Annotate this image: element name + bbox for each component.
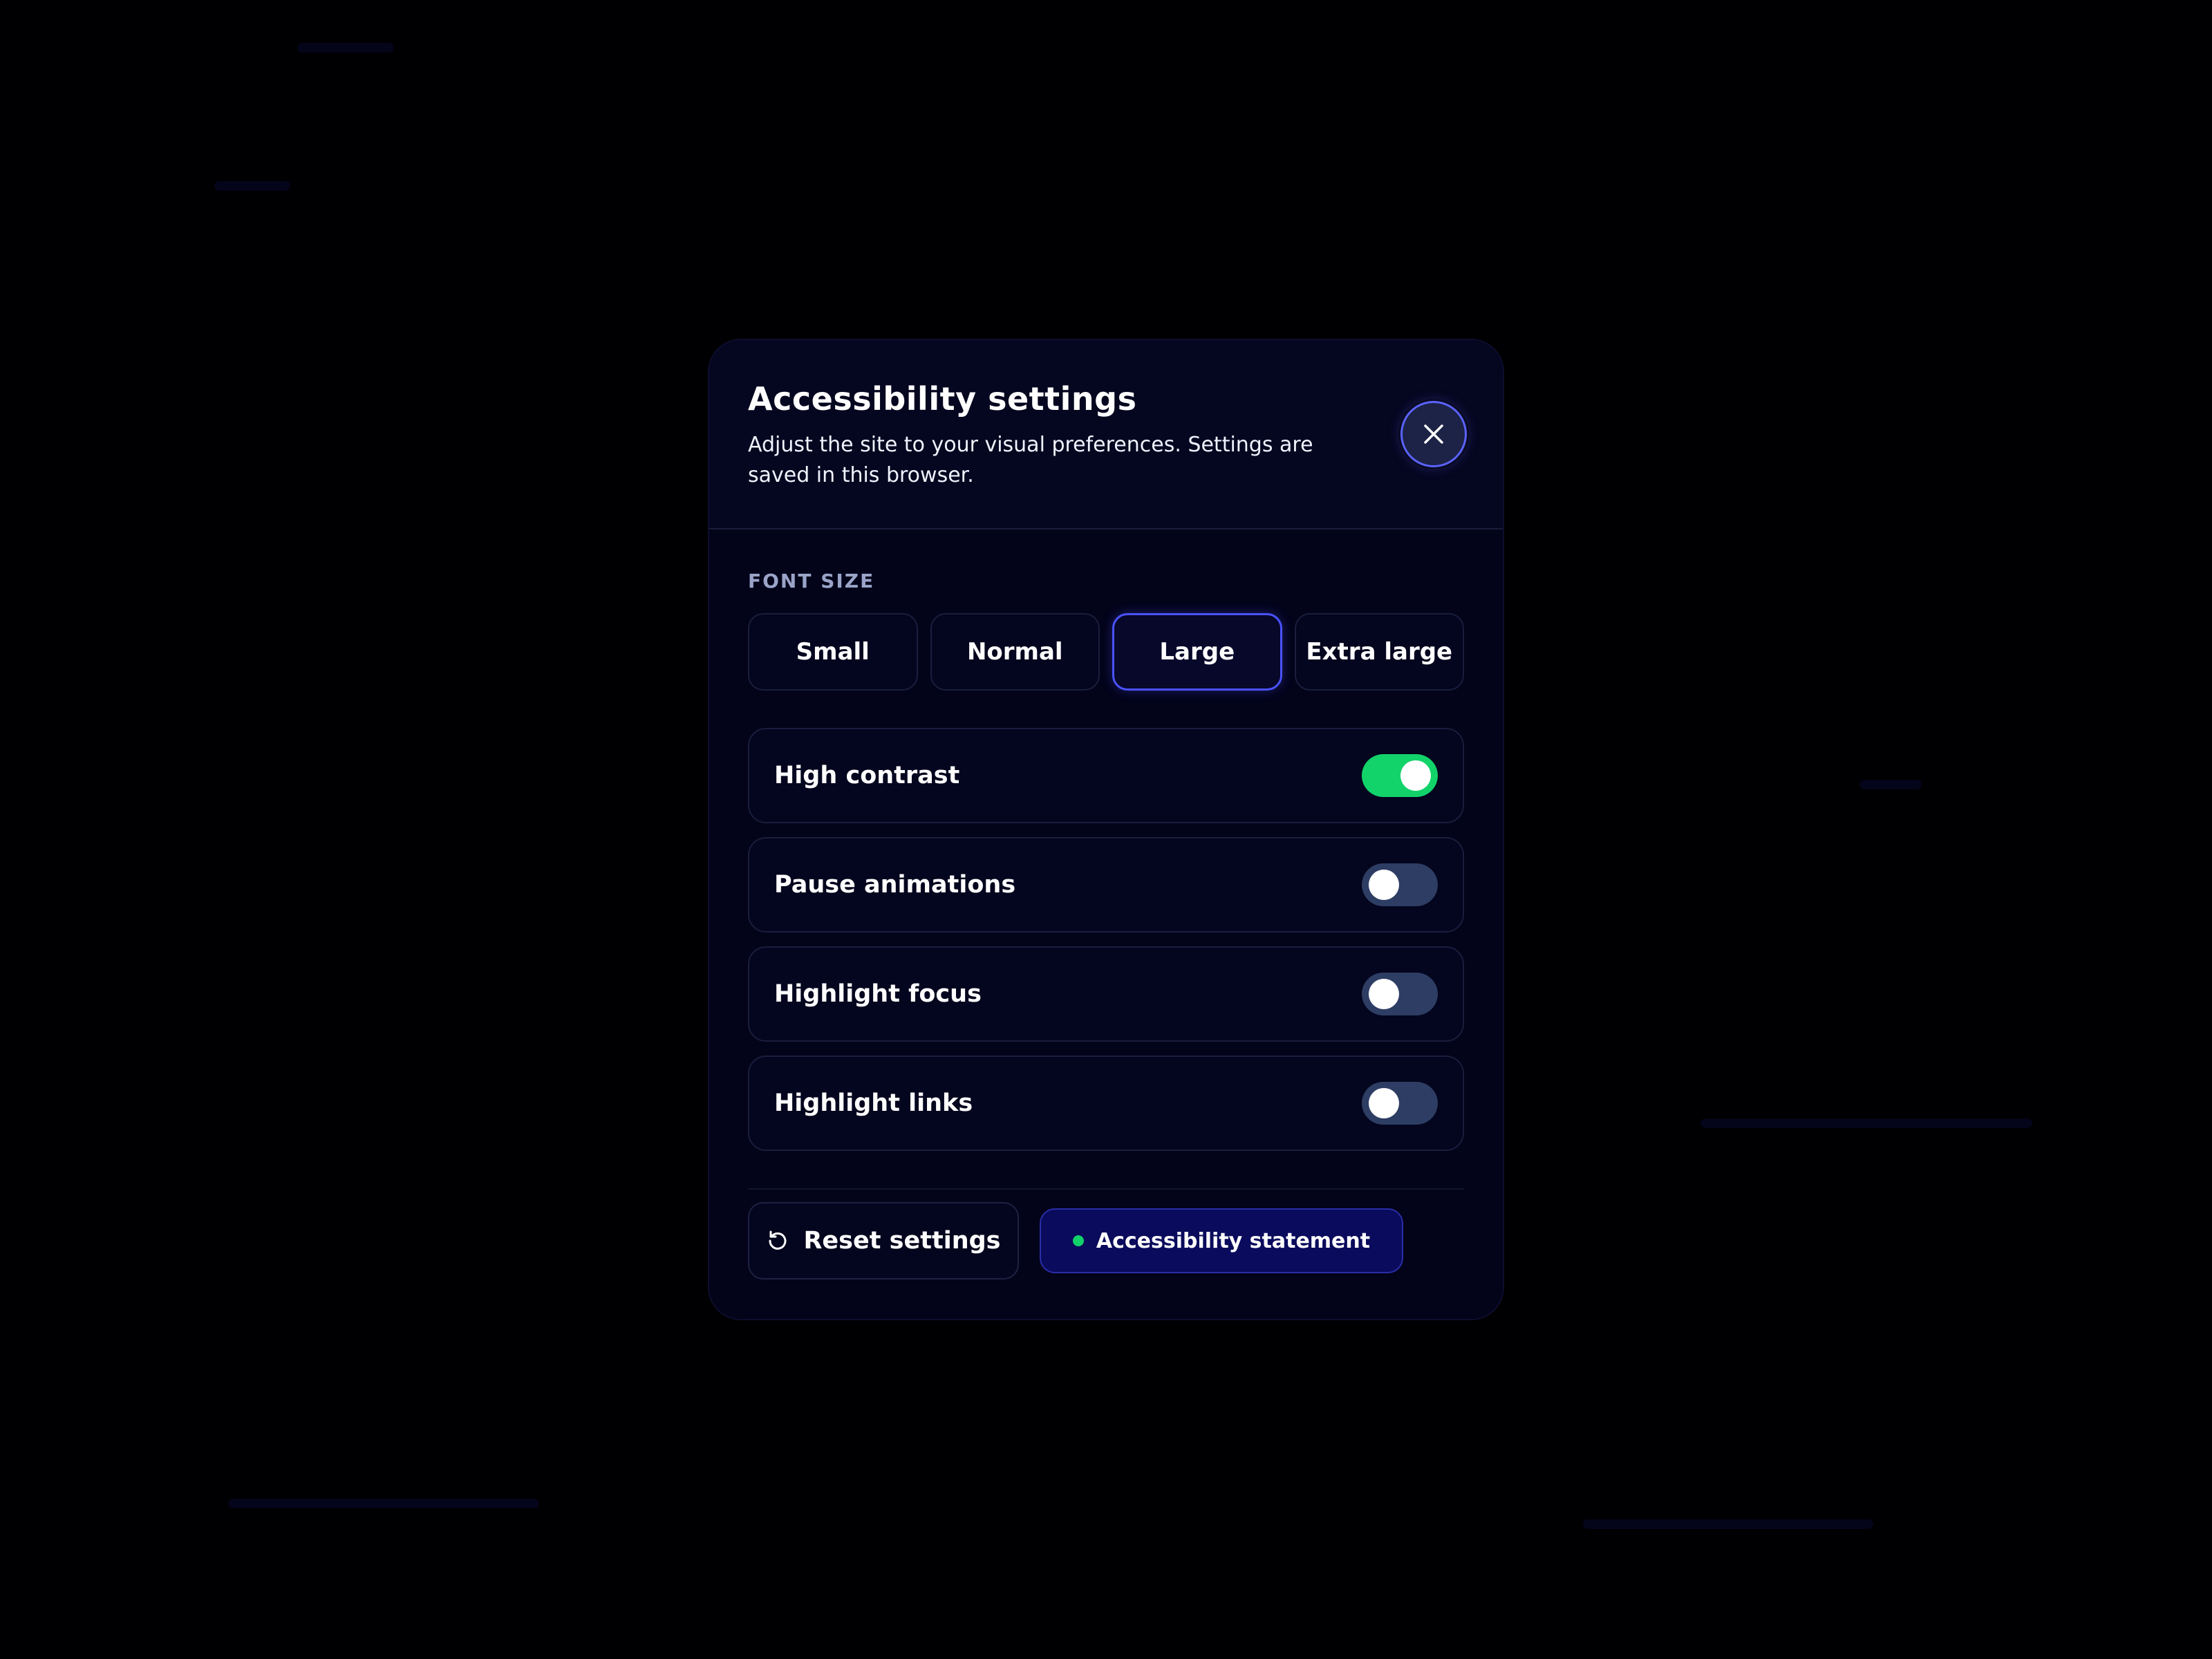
page-background: Accessibility settings Adjust the site t… <box>0 0 2212 1659</box>
dialog-header: Accessibility settings Adjust the site t… <box>709 340 1503 529</box>
font-size-large-button[interactable]: Large <box>1112 613 1282 691</box>
accessibility-dialog: Accessibility settings Adjust the site t… <box>708 339 1504 1320</box>
toggle-label: Pause animations <box>774 871 1016 899</box>
toggle-row-pause-animations[interactable]: Pause animations <box>748 837 1464 932</box>
background-trace <box>1859 780 1922 789</box>
accessibility-statement-button[interactable]: Accessibility statement <box>1040 1208 1403 1273</box>
font-size-normal-button[interactable]: Normal <box>930 613 1100 691</box>
toggle-row-highlight-focus[interactable]: Highlight focus <box>748 946 1464 1042</box>
toggle-row-highlight-links[interactable]: Highlight links <box>748 1056 1464 1151</box>
font-size-label: FONT SIZE <box>748 570 875 592</box>
pause-animations-switch[interactable] <box>1362 863 1438 906</box>
accessibility-statement-label: Accessibility statement <box>1096 1228 1371 1253</box>
font-size-selector: Small Normal Large Extra large <box>748 613 1465 691</box>
toggle-row-high-contrast[interactable]: High contrast <box>748 728 1464 823</box>
font-size-small-button[interactable]: Small <box>748 613 918 691</box>
switch-knob <box>1369 979 1399 1009</box>
dialog-body: FONT SIZE Small Normal Large Extra large… <box>709 570 1503 1280</box>
switch-knob <box>1400 760 1431 791</box>
toggle-label: Highlight focus <box>774 980 982 1008</box>
close-button[interactable] <box>1400 401 1467 467</box>
background-trace <box>228 1499 539 1508</box>
font-size-extra-large-button[interactable]: Extra large <box>1294 613 1465 691</box>
dialog-footer: Reset settings Accessibility statement <box>748 1202 1464 1280</box>
highlight-links-switch[interactable] <box>1362 1082 1438 1125</box>
background-trace <box>214 181 290 191</box>
toggle-label: High contrast <box>774 762 960 789</box>
background-trace <box>1583 1519 1873 1529</box>
toggle-label: Highlight links <box>774 1089 973 1117</box>
dialog-subtitle: Adjust the site to your visual preferenc… <box>748 433 1313 487</box>
background-trace <box>1700 1118 2032 1128</box>
highlight-focus-switch[interactable] <box>1362 973 1438 1015</box>
close-icon <box>1424 424 1443 444</box>
switch-knob <box>1369 870 1399 900</box>
switch-knob <box>1369 1088 1399 1118</box>
toggle-list: High contrast Pause animations Highlight… <box>748 728 1464 1151</box>
footer-divider <box>748 1188 1464 1190</box>
background-trace <box>297 43 394 53</box>
high-contrast-switch[interactable] <box>1362 754 1438 797</box>
dialog-title: Accessibility settings <box>748 380 1137 418</box>
reset-settings-label: Reset settings <box>803 1227 1001 1255</box>
reset-icon <box>769 1230 787 1250</box>
status-dot <box>1072 1235 1084 1246</box>
reset-settings-button[interactable]: Reset settings <box>748 1202 1019 1280</box>
